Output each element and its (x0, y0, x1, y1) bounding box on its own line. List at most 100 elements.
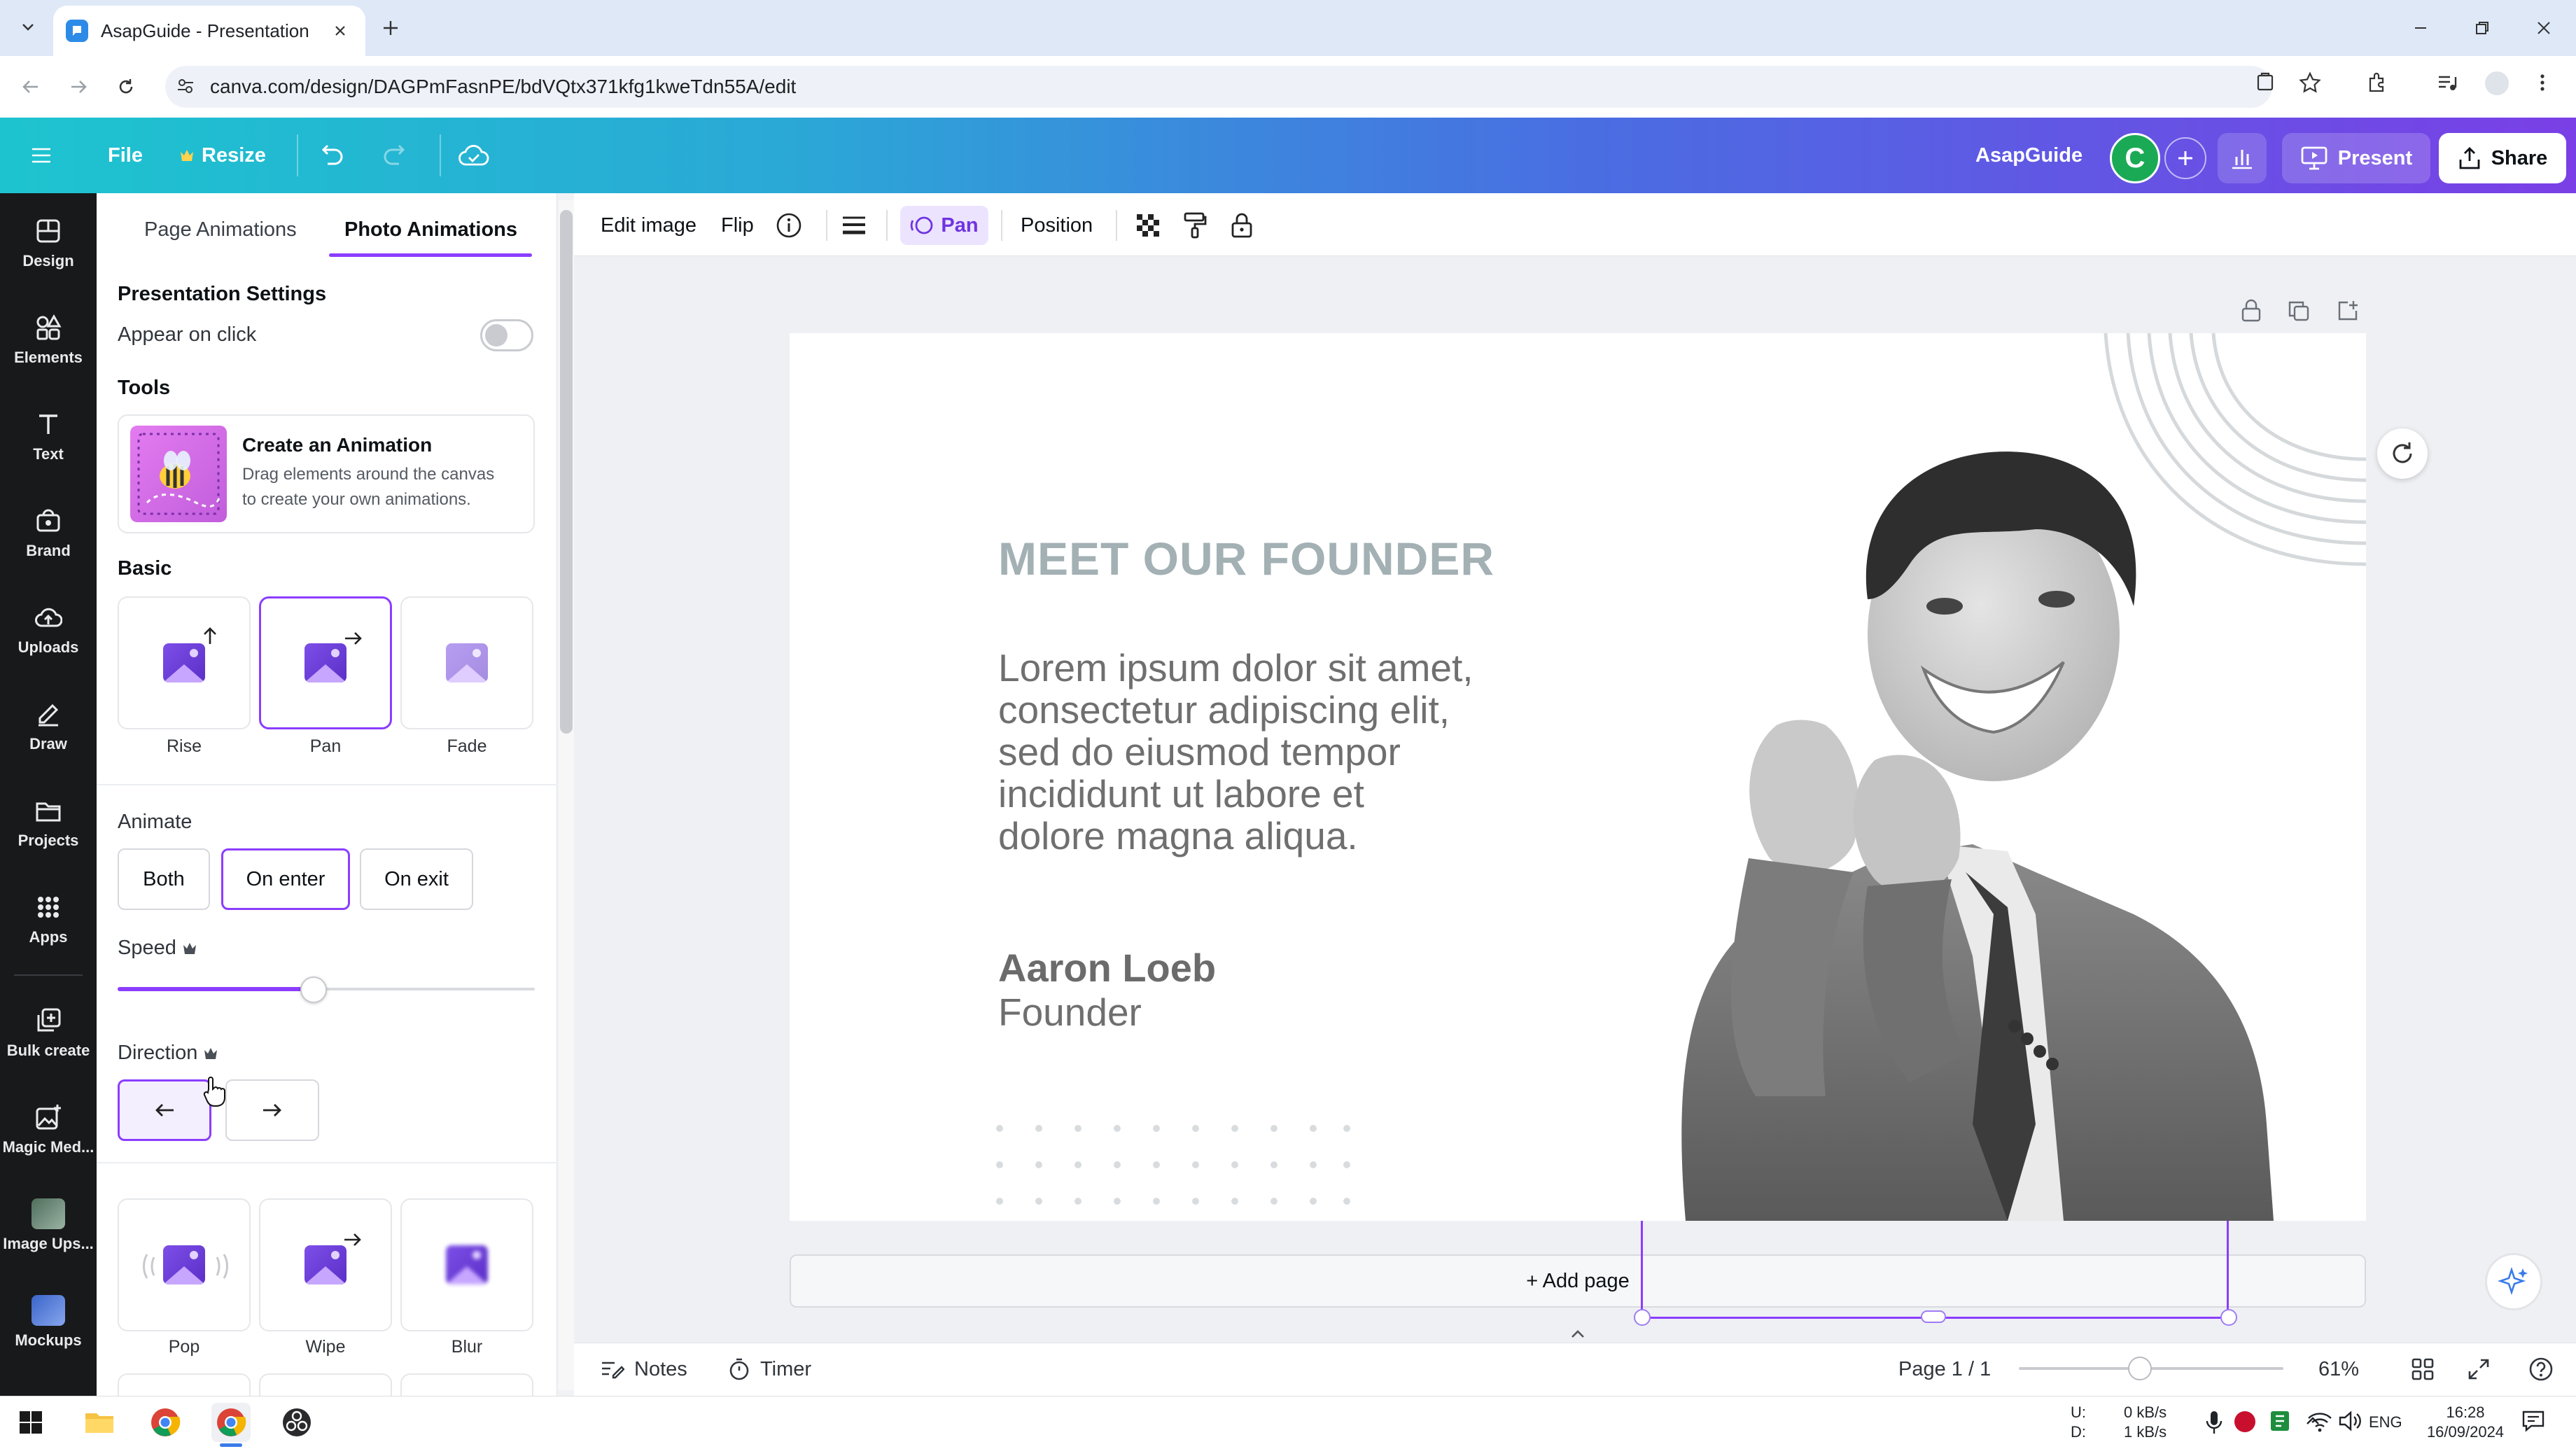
rail-item-apps[interactable]: Apps (0, 874, 97, 965)
zoom-level[interactable]: 61% (2318, 1354, 2359, 1385)
present-button[interactable]: Present (2282, 133, 2430, 183)
undo-button[interactable] (318, 134, 346, 176)
chevron-up-icon[interactable] (1565, 1327, 1590, 1341)
file-explorer-button[interactable] (80, 1403, 119, 1442)
zoom-slider-handle[interactable] (2128, 1357, 2152, 1380)
rail-item-elements[interactable]: Elements (0, 294, 97, 385)
add-page-icon[interactable] (2334, 297, 2362, 325)
share-button[interactable]: Share (2439, 133, 2566, 183)
rail-item-design[interactable]: Design (0, 197, 97, 288)
restore-button[interactable] (2461, 10, 2503, 46)
file-menu-button[interactable]: File (108, 134, 143, 176)
panel-scrollbar-thumb[interactable] (560, 210, 573, 734)
minimize-button[interactable] (2400, 10, 2442, 46)
brand-name[interactable]: AsapGuide (1975, 140, 2082, 171)
help-button[interactable] (2528, 1354, 2554, 1385)
rail-item-draw[interactable]: Draw (0, 680, 97, 771)
resize-button[interactable]: Resize (179, 134, 266, 176)
edit-image-button[interactable]: Edit image (601, 210, 696, 241)
animation-tile-partial[interactable] (400, 1373, 533, 1396)
rail-item-text[interactable]: Text (0, 391, 97, 482)
main-menu-button[interactable] (31, 134, 52, 176)
notes-button[interactable]: Notes (601, 1354, 687, 1385)
tab-photo-animations[interactable]: Photo Animations (344, 218, 517, 241)
magic-assistant-button[interactable] (2485, 1253, 2542, 1310)
grid-view-button[interactable] (2411, 1354, 2435, 1385)
invite-button[interactable] (2164, 137, 2206, 179)
close-window-button[interactable] (2523, 10, 2565, 46)
slide-body-text[interactable]: Lorem ipsum dolor sit amet, consectetur … (998, 647, 1530, 857)
speed-slider-handle[interactable] (300, 976, 328, 1003)
founder-name[interactable]: Aaron Loeb (998, 945, 1216, 990)
browser-menu-icon[interactable] (2535, 71, 2549, 94)
appear-on-click-toggle[interactable] (480, 319, 533, 351)
site-info-icon[interactable] (175, 76, 196, 97)
volume-icon[interactable] (2338, 1410, 2363, 1432)
animate-on-enter-button[interactable]: On enter (221, 848, 350, 910)
timer-button[interactable]: Timer (728, 1354, 811, 1385)
animation-tile-partial[interactable] (118, 1373, 251, 1396)
browser-tab[interactable]: AsapGuide - Presentation (53, 6, 365, 56)
copy-style-button[interactable] (1183, 210, 1207, 241)
clock-date[interactable]: 16/09/2024 (2418, 1422, 2513, 1442)
duplicate-page-icon[interactable] (2285, 297, 2313, 325)
slide-title[interactable]: MEET OUR FOUNDER (998, 532, 1494, 585)
forward-button[interactable] (62, 70, 95, 104)
tray-app-green-icon[interactable] (2269, 1410, 2290, 1432)
animate-both-button[interactable]: Both (118, 848, 210, 910)
rail-item-magic-media[interactable]: Magic Med... (0, 1084, 97, 1175)
obs-taskbar-button[interactable] (277, 1403, 316, 1442)
rail-item-mockups[interactable]: Mockups (0, 1277, 97, 1368)
founder-role[interactable]: Founder (998, 990, 1142, 1035)
tab-close-icon[interactable] (328, 18, 353, 43)
rail-item-projects[interactable]: Projects (0, 777, 97, 868)
wifi-icon[interactable] (2307, 1410, 2332, 1432)
animation-blur-tile[interactable] (400, 1198, 533, 1331)
reload-button[interactable] (109, 70, 143, 104)
record-indicator-icon[interactable] (2234, 1411, 2255, 1432)
direction-left-button[interactable] (118, 1079, 211, 1141)
redo-button[interactable] (381, 134, 409, 176)
direction-right-button[interactable] (225, 1079, 319, 1141)
tab-page-animations[interactable]: Page Animations (144, 218, 297, 241)
media-controls-icon[interactable] (2436, 71, 2458, 94)
flip-button[interactable]: Flip (721, 210, 754, 241)
clock-time[interactable]: 16:28 (2426, 1403, 2505, 1422)
rail-item-uploads[interactable]: Uploads (0, 584, 97, 675)
rail-item-brand[interactable]: Brand (0, 487, 97, 578)
bookmark-star-icon[interactable] (2299, 71, 2321, 94)
animation-tile-partial[interactable] (259, 1373, 392, 1396)
notifications-icon[interactable] (2521, 1410, 2545, 1432)
tab-search-button[interactable] (13, 11, 43, 42)
insights-button[interactable] (2218, 133, 2267, 183)
animation-pop-tile[interactable] (118, 1198, 251, 1331)
selection-handle[interactable] (1921, 1310, 1946, 1323)
fullscreen-button[interactable] (2467, 1354, 2491, 1385)
selection-handle[interactable] (2220, 1309, 2237, 1326)
microphone-icon[interactable] (2205, 1410, 2223, 1435)
position-button[interactable]: Position (1021, 210, 1093, 241)
animation-fade-tile[interactable] (400, 596, 533, 729)
start-button[interactable] (11, 1403, 50, 1442)
info-button[interactable] (776, 210, 802, 241)
animation-rise-tile[interactable] (118, 596, 251, 729)
animation-pan-button[interactable]: Pan (900, 206, 988, 245)
selection-handle[interactable] (1634, 1309, 1651, 1326)
page-indicator[interactable]: Page 1 / 1 (1898, 1354, 1991, 1385)
animation-pan-tile[interactable] (259, 596, 392, 729)
animate-on-exit-button[interactable]: On exit (360, 848, 473, 910)
back-button[interactable] (14, 70, 48, 104)
chrome-taskbar-button-active[interactable] (211, 1403, 251, 1442)
save-status-button[interactable] (458, 134, 490, 176)
rail-item-bulk-create[interactable]: Bulk create (0, 987, 97, 1078)
border-style-button[interactable] (841, 210, 867, 241)
transparency-button[interactable] (1135, 210, 1161, 241)
user-avatar[interactable]: C (2110, 133, 2160, 183)
founder-photo[interactable] (1644, 424, 2351, 1221)
new-tab-button[interactable] (375, 13, 406, 43)
lock-page-icon[interactable] (2237, 297, 2265, 325)
open-in-app-icon[interactable] (2254, 71, 2276, 94)
profile-avatar[interactable] (2485, 71, 2509, 95)
url-text[interactable]: canva.com/design/DAGPmFasnPE/bdVQtx371kf… (210, 73, 796, 101)
animation-wipe-tile[interactable] (259, 1198, 392, 1331)
